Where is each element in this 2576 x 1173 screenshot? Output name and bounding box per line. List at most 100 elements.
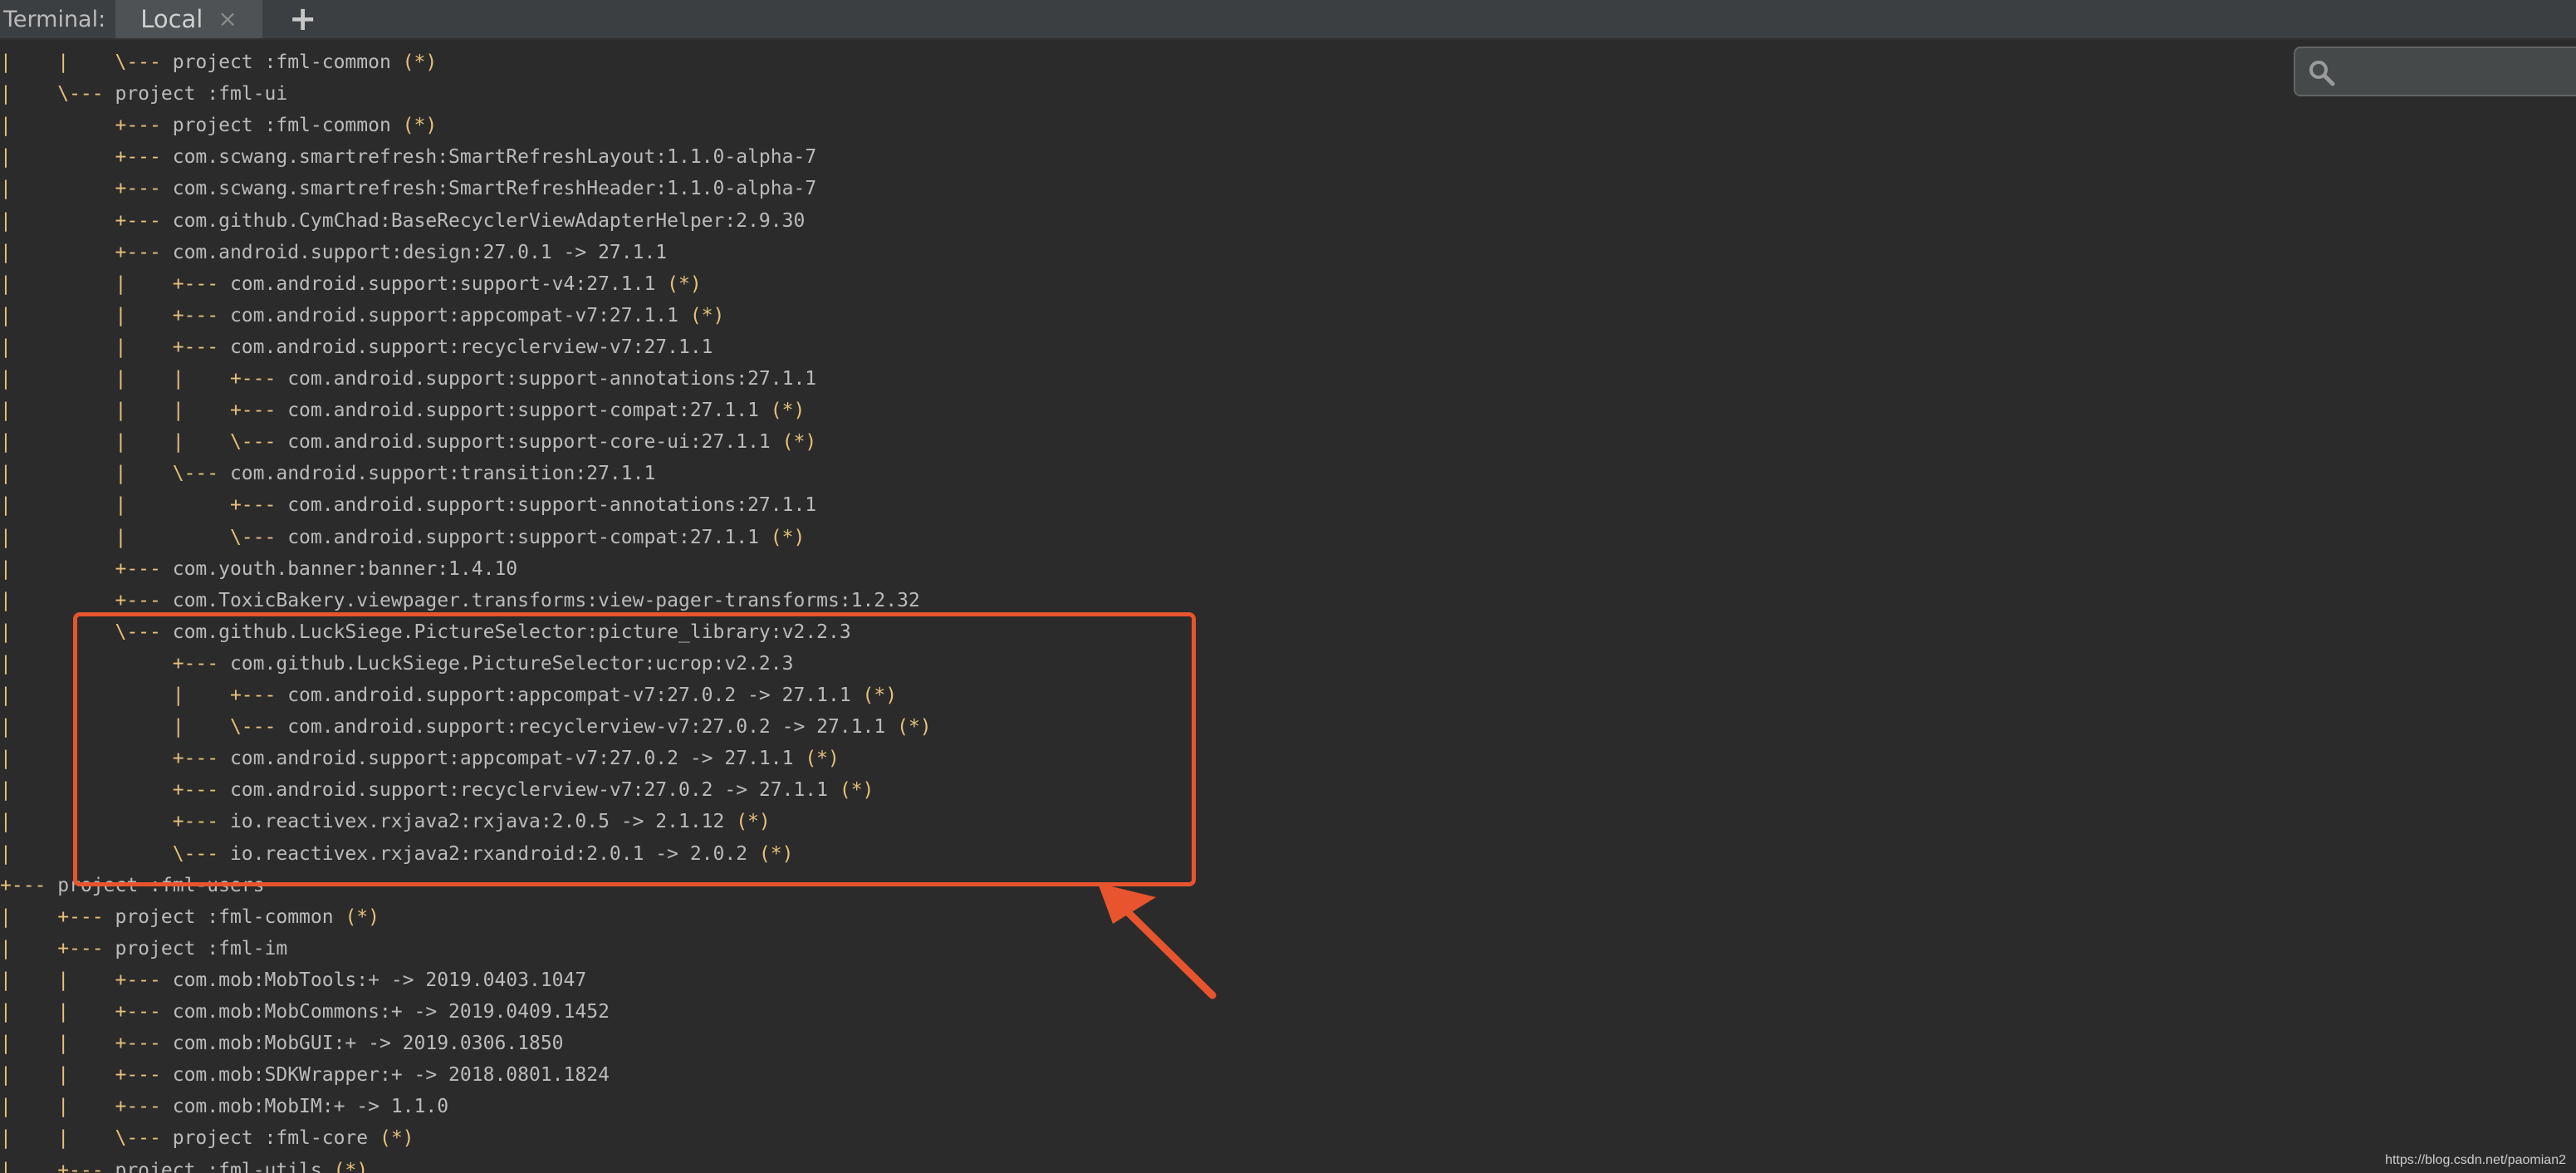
tree-branch: | | +--- [0,685,288,706]
terminal-line: | | +--- com.android.support:recyclervie… [0,331,713,363]
close-icon[interactable]: × [218,7,237,31]
add-tab-icon[interactable]: + [289,2,317,36]
omitted-marker: (*) [758,526,806,548]
tree-branch: | | \--- [0,52,173,73]
dependency-text: com.mob:MobTools:+ -> 2019.0403.1047 [172,969,587,991]
omitted-marker: (*) [828,779,874,802]
dependency-text: com.android.support:support-annotations:… [287,494,817,517]
tree-branch: | | +--- [0,1033,173,1055]
search-input[interactable] [2345,55,2573,90]
terminal-line: | +--- io.reactivex.rxjava2:rxjava:2.0.5… [0,806,771,837]
omitted-marker: (*) [390,52,438,73]
watermark-text: https://blog.csdn.net/paomian2 [2385,1153,2566,1167]
terminal-line: | +--- project :fml-utils (*) [0,1155,368,1173]
terminal-line: | | | +--- com.android.support:support-c… [0,395,805,426]
tree-branch: | +--- [0,779,230,802]
terminal-line: | | +--- com.android.support:appcompat-v… [0,300,724,331]
dependency-text: com.android.support:support-compat:27.1.… [287,526,759,548]
tab-local[interactable]: Local × [115,0,262,38]
dependency-text: com.android.support:recyclerview-v7:27.0… [229,779,829,802]
terminal-line: | | \--- com.android.support:support-com… [0,522,805,553]
dependency-text: com.ToxicBakery.viewpager.transforms:vie… [172,589,920,611]
tree-branch: | +--- [0,652,230,675]
terminal-line: | | | \--- com.android.support:support-c… [0,426,816,458]
tree-branch: | | +--- [0,336,230,358]
dependency-text: com.android.support:recyclerview-v7:27.0… [287,716,886,739]
tree-branch: | +--- [0,589,173,611]
tree-branch: | +--- [0,146,173,169]
omitted-marker: (*) [885,716,932,739]
dependency-text: io.reactivex.rxjava2:rxandroid:2.0.1 -> … [229,842,748,865]
tree-branch: | | +--- [0,272,230,295]
search-box[interactable] [2294,47,2576,96]
dependency-text: project :fml-core [172,1127,369,1150]
tree-branch: | +--- [0,178,173,200]
terminal-line: | +--- com.ToxicBakery.viewpager.transfo… [0,585,920,616]
dependency-text: io.reactivex.rxjava2:rxjava:2.0.5 -> 2.1… [229,811,725,833]
terminal-label: Terminal: [3,6,106,32]
omitted-marker: (*) [724,811,771,833]
terminal-line: | \--- project :fml-ui [0,78,287,110]
terminal-tab-bar: Terminal: Local × + [0,0,2576,40]
omitted-marker: (*) [333,906,380,928]
terminal-line: | | +--- com.mob:MobIM:+ -> 1.1.0 [0,1091,448,1122]
dependency-text: project :fml-ui [115,83,288,106]
tree-branch: | | \--- [0,463,230,485]
omitted-marker: (*) [850,685,898,706]
tree-branch: | | \--- [0,716,288,739]
tree-branch: | \--- [0,621,173,643]
terminal-line: | +--- project :fml-common (*) [0,901,380,933]
tree-branch: | \--- [0,83,115,106]
tree-branch: | +--- [0,906,115,928]
tree-branch: +--- [0,874,58,896]
dependency-text: com.android.support:appcompat-v7:27.1.1 [229,304,678,326]
dependency-text: com.android.support:recyclerview-v7:27.1… [229,336,713,358]
terminal-line: | +--- project :fml-common (*) [0,110,437,141]
omitted-marker: (*) [770,431,817,454]
omitted-marker: (*) [747,842,794,865]
terminal-window: Terminal: Local × + | | \--- project :fm… [0,0,2576,1173]
dependency-text: com.android.support:support-annotations:… [287,368,817,390]
dependency-text: project :fml-im [115,937,288,960]
tree-branch: | | +--- [0,1064,173,1087]
terminal-line: | | +--- com.mob:SDKWrapper:+ -> 2018.08… [0,1059,610,1091]
tree-branch: | | +--- [0,494,288,517]
omitted-marker: (*) [793,748,840,770]
tree-branch: | +--- [0,241,173,263]
dependency-text: com.github.LuckSiege.PictureSelector:pic… [172,621,851,643]
tree-branch: | +--- [0,937,115,960]
dependency-text: project :fml-common [172,52,391,73]
terminal-line: | +--- com.github.LuckSiege.PictureSelec… [0,648,793,680]
terminal-line: | | +--- com.mob:MobGUI:+ -> 2019.0306.1… [0,1028,564,1059]
dependency-text: project :fml-users [57,874,265,896]
terminal-line: +--- project :fml-users [0,870,265,901]
terminal-line: | | +--- com.android.support:support-v4:… [0,268,702,300]
terminal-line: | | +--- com.mob:MobTools:+ -> 2019.0403… [0,964,586,996]
terminal-output[interactable]: | | \--- project :fml-common (*) | \--- p… [0,47,2576,1173]
omitted-marker: (*) [758,400,806,422]
tree-branch: | +--- [0,748,230,770]
dependency-text: com.mob:SDKWrapper:+ -> 2018.0801.1824 [172,1064,610,1087]
omitted-marker: (*) [368,1127,414,1150]
terminal-line: | | \--- project :fml-core (*) [0,1122,414,1154]
tree-branch: | | \--- [0,1127,173,1150]
terminal-line: | | +--- com.android.support:support-ann… [0,489,816,521]
dependency-text: project :fml-utils [115,1159,322,1173]
dependency-text: com.mob:MobIM:+ -> 1.1.0 [172,1096,449,1118]
omitted-marker: (*) [321,1159,369,1173]
terminal-line: | | +--- com.mob:MobCommons:+ -> 2019.04… [0,996,610,1028]
terminal-line: | | \--- project :fml-common (*) [0,47,437,78]
terminal-line: | +--- com.youth.banner:banner:1.4.10 [0,553,517,585]
terminal-line: | | \--- com.android.support:recyclervie… [0,711,932,743]
tree-branch: | | +--- [0,1096,173,1118]
tree-branch: | | \--- [0,526,288,548]
dependency-text: com.mob:MobCommons:+ -> 2019.0409.1452 [172,1001,610,1023]
tree-branch: | +--- [0,557,173,580]
omitted-marker: (*) [678,304,725,326]
terminal-line: | | \--- com.android.support:transition:… [0,458,655,489]
dependency-text: com.github.CymChad:BaseRecyclerViewAdapt… [172,209,806,232]
tree-branch: | | +--- [0,1001,173,1023]
dependency-text: com.android.support:support-v4:27.1.1 [229,272,656,295]
terminal-line: | | +--- com.android.support:appcompat-v… [0,680,897,711]
search-icon [2309,61,2335,86]
